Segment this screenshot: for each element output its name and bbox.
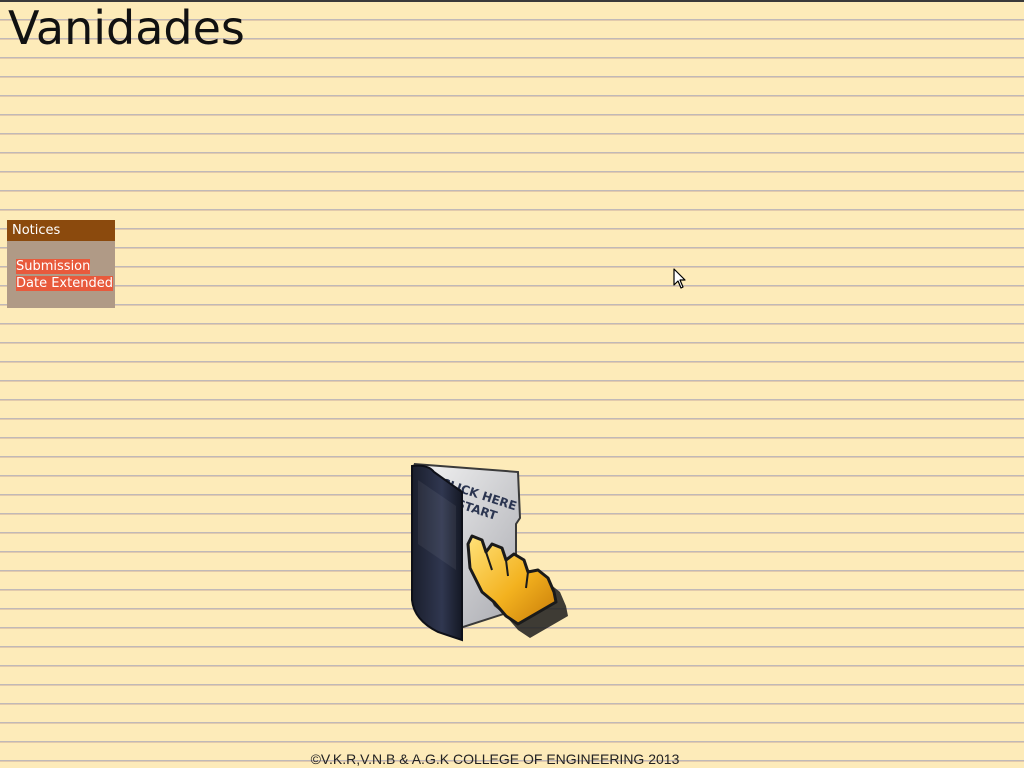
notice-line-1: Submission: [16, 259, 91, 274]
notices-heading: Notices: [7, 220, 115, 241]
folder-hand-pointer-icon: CLICK HERE TO START: [411, 463, 568, 642]
click-to-start-button[interactable]: CLICK HERE TO START: [408, 460, 592, 644]
mouse-pointer-icon: [673, 268, 686, 289]
notices-panel: Notices Submission Date Extended: [7, 220, 115, 308]
notice-link-submission-date[interactable]: Submission Date Extended: [16, 258, 115, 292]
footer-copyright: ©V.K.R,V.N.B & A.G.K COLLEGE OF ENGINEER…: [310, 751, 680, 767]
page-title: Vanidades: [8, 1, 245, 55]
notices-list: Submission Date Extended: [7, 241, 115, 292]
notice-line-2: Date Extended: [16, 276, 113, 291]
